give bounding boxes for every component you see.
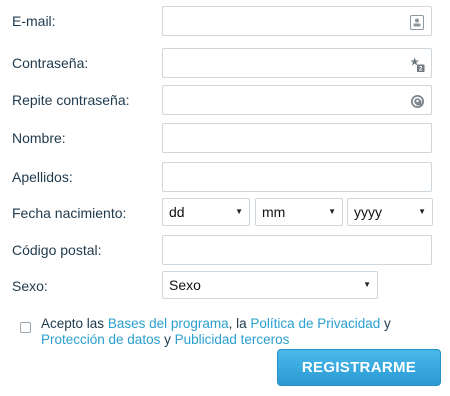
birth-month-value: mm [262,204,286,220]
password-row: Contraseña: 2 [0,44,450,82]
email-field[interactable] [162,6,432,36]
first-name-row: Nombre: [0,119,450,157]
birth-date-row: Fecha nacimiento: dd ▼ mm ▼ yyyy ▼ [0,194,450,232]
birth-date-label: Fecha nacimiento: [12,205,127,221]
terms-sep-3: y [164,332,171,347]
privacy-policy-link[interactable]: Política de Privacidad [250,316,380,331]
password-field[interactable]: 2 [162,48,432,78]
postal-code-row: Código postal: [0,231,450,269]
chevron-down-icon: ▼ [418,207,426,216]
refresh-key-icon [409,93,425,109]
chevron-down-icon: ▼ [363,280,371,289]
register-button[interactable]: REGISTRARME [277,349,441,386]
data-protection-link[interactable]: Protección de datos [41,332,160,347]
first-name-label: Nombre: [12,130,66,146]
bases-link[interactable]: Bases del programa [108,316,229,331]
birth-month-select[interactable]: mm ▼ [255,198,343,226]
birth-year-select[interactable]: yyyy ▼ [347,198,433,226]
terms-sep-2: y [384,316,391,331]
email-row: E-mail: [0,2,450,40]
last-name-row: Apellidos: [0,158,450,196]
chevron-down-icon: ▼ [328,207,336,216]
terms-text: Acepto las Bases del programa, la Políti… [41,316,436,348]
sex-select[interactable]: Sexo ▼ [162,271,378,299]
password-repeat-field[interactable] [162,85,432,115]
contact-card-icon [409,14,425,30]
birth-day-value: dd [169,204,185,220]
password-generator-icon: 2 [409,56,425,72]
postal-code-field[interactable] [162,235,432,265]
sex-select-value: Sexo [169,277,201,293]
sex-label: Sexo: [12,278,48,294]
email-label: E-mail: [12,13,56,29]
postal-code-label: Código postal: [12,242,102,258]
birth-year-value: yyyy [354,204,382,220]
password-repeat-row: Repite contraseña: [0,81,450,119]
terms-sep-1: , la [228,316,247,331]
terms-checkbox[interactable] [20,322,31,333]
terms-prefix: Acepto las [41,316,105,331]
third-party-ads-link[interactable]: Publicidad terceros [175,332,290,347]
chevron-down-icon: ▼ [235,207,243,216]
password-label: Contraseña: [12,55,89,71]
svg-text:2: 2 [419,65,423,72]
birth-day-select[interactable]: dd ▼ [162,198,250,226]
last-name-label: Apellidos: [12,169,73,185]
password-repeat-label: Repite contraseña: [12,92,130,108]
sex-row: Sexo: Sexo ▼ [0,267,450,305]
last-name-field[interactable] [162,162,432,192]
first-name-field[interactable] [162,123,432,153]
